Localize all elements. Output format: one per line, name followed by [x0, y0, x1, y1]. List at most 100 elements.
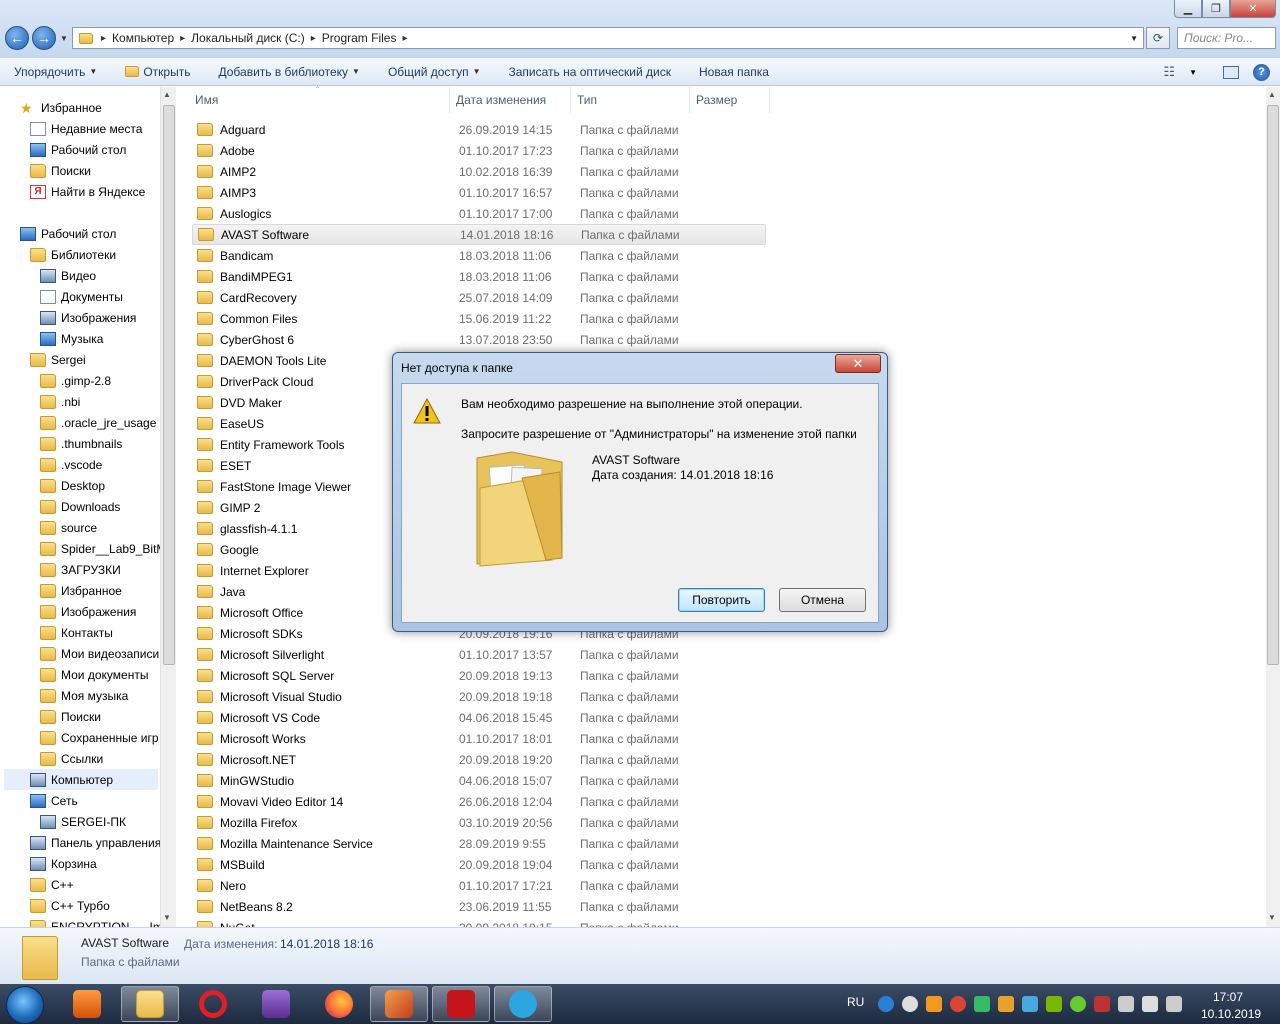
minimize-button[interactable]: ▁ — [1174, 0, 1202, 18]
retry-button[interactable]: Повторить — [678, 588, 765, 612]
file-row[interactable]: AVAST Software 14.01.2018 18:16 Папка с фа… — [192, 224, 766, 245]
open-button[interactable]: Открыть — [111, 65, 204, 79]
maximize-button[interactable]: ❐ — [1202, 0, 1230, 18]
tray-app-icon[interactable] — [1094, 996, 1110, 1012]
clock-date[interactable]: 10.10.2019 — [1201, 1007, 1261, 1021]
breadcrumb-local-disk[interactable]: Локальный диск (C:) — [187, 31, 309, 45]
file-row[interactable]: MSBuild 20.09.2018 19:04 Папка с файлами — [192, 854, 766, 875]
edge-tray-icon[interactable] — [878, 996, 894, 1012]
nav-item[interactable]: Мои видеозаписи — [40, 643, 159, 664]
file-list-scrollbar-thumb[interactable] — [1267, 105, 1279, 665]
file-row[interactable]: Microsoft.NET 20.09.2018 19:20 Папка с фай… — [192, 749, 766, 770]
file-row[interactable]: Bandicam 18.03.2018 11:06 Папка с файлами — [192, 245, 766, 266]
share-button[interactable]: Общий доступ ▼ — [374, 65, 495, 79]
breadcrumb-computer[interactable]: Компьютер — [108, 31, 178, 45]
volume-tray-icon[interactable] — [1142, 996, 1158, 1012]
file-row[interactable]: NuGet20.09.2018 19:15Папка с файлами — [192, 917, 766, 927]
file-row[interactable]: CardRecovery 25.07.2018 14:09 Папка с файл… — [192, 287, 766, 308]
nav-item[interactable]: Недавние места — [30, 118, 142, 139]
file-row[interactable]: Adobe 01.10.2017 17:23 Папка с файлами — [192, 140, 766, 161]
breadcrumb-separator-icon[interactable]: ▸ — [309, 33, 318, 44]
nav-item[interactable]: Поиски — [40, 706, 101, 727]
taskbar-telegram[interactable] — [494, 986, 552, 1022]
nav-item[interactable]: Spider__Lab9_BitM — [40, 538, 160, 559]
nav-item[interactable]: Сохраненные игр — [40, 727, 159, 748]
address-bar[interactable]: ▸ Компьютер ▸ Локальный диск (C:) ▸ Prog… — [72, 27, 1144, 49]
nav-item[interactable]: C++ Турбо — [30, 895, 110, 916]
breadcrumb-separator-icon[interactable]: ▸ — [99, 33, 108, 44]
nav-item[interactable]: Поиски — [30, 160, 91, 181]
column-header-type[interactable]: Тип — [571, 87, 690, 113]
nav-item[interactable]: Библиотеки — [30, 244, 116, 265]
file-row[interactable]: MinGWStudio 04.06.2018 15:07 Папка с файла… — [192, 770, 766, 791]
taskbar-powerpoint[interactable] — [370, 986, 428, 1022]
breadcrumb-program-files[interactable]: Program Files — [318, 31, 401, 45]
nav-item[interactable]: Избранное — [40, 580, 122, 601]
taskbar-media-player[interactable] — [58, 986, 116, 1022]
column-header-size[interactable]: Размер — [690, 87, 770, 113]
taskbar-acrobat[interactable] — [432, 986, 490, 1022]
dialog-close-button[interactable]: ✕ — [835, 354, 881, 373]
nav-item[interactable]: .nbi — [40, 391, 80, 412]
column-header-name[interactable]: Имя ⌃ — [176, 85, 450, 113]
nav-item[interactable]: Я Найти в Яндексе — [30, 181, 145, 202]
file-row[interactable]: AIMP3 01.10.2017 16:57 Папка с файлами — [192, 182, 766, 203]
nav-scrollbar[interactable]: ▲ ▼ — [160, 87, 176, 927]
cancel-button[interactable]: Отмена — [779, 588, 866, 612]
nav-item[interactable]: ENCRYPTION___Im — [30, 916, 160, 927]
file-row[interactable]: Microsoft Visual Studio 20.09.2018 19:18 П… — [192, 686, 766, 707]
nav-item[interactable]: Изображения — [40, 601, 136, 622]
file-row[interactable]: CyberGhost 6 13.07.2018 23:50 Папка с файл… — [192, 329, 766, 350]
tray-app-icon[interactable] — [950, 996, 966, 1012]
view-options-icon[interactable]: ☷ — [1163, 64, 1175, 80]
refresh-button[interactable]: ⟳ — [1146, 27, 1170, 49]
nav-item[interactable]: .vscode — [40, 454, 102, 475]
nav-item[interactable]: Ссылки — [40, 748, 103, 769]
breadcrumb-separator-icon[interactable]: ▸ — [400, 33, 409, 44]
nav-item[interactable]: Downloads — [40, 496, 120, 517]
history-dropdown-icon[interactable]: ▼ — [60, 34, 68, 43]
nav-item[interactable]: Корзина — [30, 853, 97, 874]
scroll-down-icon[interactable]: ▼ — [163, 913, 171, 922]
nav-item[interactable]: Компьютер — [4, 769, 158, 790]
file-row[interactable]: Auslogics 01.10.2017 17:00 Папка с файлами — [192, 203, 766, 224]
tray-app-icon[interactable] — [1070, 996, 1086, 1012]
file-row[interactable]: NetBeans 8.2 23.06.2019 11:55 Папка с файл… — [192, 896, 766, 917]
nav-scrollbar-thumb[interactable] — [163, 105, 175, 665]
nav-item[interactable]: source — [40, 517, 97, 538]
add-to-library-button[interactable]: Добавить в библиотеку ▼ — [204, 65, 373, 79]
scroll-down-icon[interactable]: ▼ — [1268, 913, 1276, 922]
file-row[interactable]: Mozilla Maintenance Service 28.09.2019 9:… — [192, 833, 766, 854]
tray-app-icon[interactable] — [1022, 996, 1038, 1012]
nav-item[interactable]: Документы — [40, 286, 123, 307]
help-icon[interactable]: ? — [1253, 63, 1270, 81]
nav-item[interactable]: Музыка — [40, 328, 103, 349]
nav-item[interactable]: Рабочий стол — [20, 223, 116, 244]
file-row[interactable]: AIMP2 10.02.2018 16:39 Папка с файлами — [192, 161, 766, 182]
nav-item[interactable]: Изображения — [40, 307, 136, 328]
file-row[interactable]: Mozilla Firefox 03.10.2019 20:56 Папка с ф… — [192, 812, 766, 833]
file-row[interactable]: Microsoft Works 01.10.2017 18:01 Папка с ф… — [192, 728, 766, 749]
close-button[interactable]: ✕ — [1230, 0, 1276, 18]
adguard-tray-icon[interactable] — [974, 996, 990, 1012]
file-row[interactable]: Movavi Video Editor 14 26.06.2018 12:04 Па… — [192, 791, 766, 812]
nav-item[interactable]: ★ Избранное — [20, 97, 102, 118]
taskbar-visual-studio[interactable] — [247, 986, 305, 1022]
nav-item[interactable]: SERGEI-ПК — [40, 811, 126, 832]
nav-item[interactable]: Мои документы — [40, 664, 148, 685]
preview-pane-icon[interactable] — [1223, 65, 1239, 79]
forward-button[interactable]: → — [32, 26, 56, 50]
nvidia-tray-icon[interactable] — [1046, 996, 1062, 1012]
network-tray-icon[interactable] — [1118, 996, 1134, 1012]
nav-item[interactable]: Контакты — [40, 622, 113, 643]
file-row[interactable]: Nero 01.10.2017 17:21 Папка с файлами — [192, 875, 766, 896]
file-row[interactable]: Microsoft SQL Server 20.09.2018 19:13 Папк… — [192, 665, 766, 686]
new-folder-button[interactable]: Новая папка — [685, 65, 783, 79]
nav-item[interactable]: Моя музыка — [40, 685, 128, 706]
column-header-date[interactable]: Дата изменения — [450, 87, 571, 113]
file-list-scrollbar[interactable]: ▲ ▼ — [1266, 87, 1280, 927]
nav-item[interactable]: C++ — [30, 874, 74, 895]
search-input[interactable]: Поиск: Pro... — [1177, 27, 1276, 49]
breadcrumb-separator-icon[interactable]: ▸ — [178, 33, 187, 44]
taskbar-opera[interactable] — [184, 986, 242, 1022]
